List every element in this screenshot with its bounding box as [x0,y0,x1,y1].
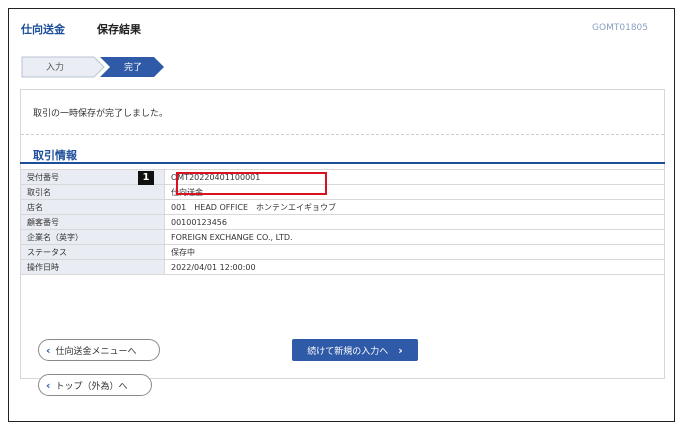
row-key-operation-datetime: 操作日時 [20,259,165,275]
row-value-status: 保存中 [164,244,665,260]
breadcrumb[interactable]: 仕向送金 [21,21,65,37]
top-fx-label: トップ（外為）へ [55,381,128,392]
row-key-customer-number: 顧客番号 [20,214,165,230]
progress-steps: 入力 完了 [20,55,170,79]
row-value-customer-number: 00100123456 [164,214,665,230]
table-row: 顧客番号 00100123456 [20,214,665,230]
continue-new-entry-label: 続けて新規の入力へ [307,346,389,357]
continue-new-entry-button[interactable]: 続けて新規の入力へ › [292,339,418,361]
table-row: 取引名 仕向送金 [20,184,665,200]
transaction-info-table: 受付番号 OMT20220401100001 取引名 仕向送金 店名 001 H… [20,169,665,275]
chevron-left-icon: ‹ [46,378,51,392]
table-row: 操作日時 2022/04/01 12:00:00 [20,259,665,275]
step-input: 入力 [46,63,65,73]
row-value-branch: 001 HEAD OFFICE ホンテンエイギョウブ [164,199,665,215]
chevron-left-icon: ‹ [46,343,51,357]
row-key-branch: 店名 [20,199,165,215]
chevron-right-icon: › [398,343,403,357]
page-title: 保存結果 [97,23,141,36]
top-fx-button[interactable]: ‹ トップ（外為）へ [38,374,152,396]
page-header: 仕向送金 保存結果 GOMT01805 [9,9,674,47]
table-row: ステータス 保存中 [20,244,665,260]
section-underline [20,162,665,164]
row-value-company-name: FOREIGN EXCHANGE CO., LTD. [164,229,665,245]
app-frame: 仕向送金 保存結果 GOMT01805 入力 完了 取引の一時保存が完了しました… [8,8,675,422]
completion-message: 取引の一時保存が完了しました。 [33,109,169,119]
back-to-menu-button[interactable]: ‹ 仕向送金メニューへ [38,339,160,361]
table-row: 受付番号 OMT20220401100001 [20,169,665,185]
divider [21,134,664,135]
row-value-operation-datetime: 2022/04/01 12:00:00 [164,259,665,275]
row-key-company-name: 企業名（英字） [20,229,165,245]
reception-number-highlight [176,172,327,195]
back-to-menu-label: 仕向送金メニューへ [55,346,137,357]
progress-shapes [21,56,164,78]
row-key-transaction-name: 取引名 [20,184,165,200]
row-key-status: ステータス [20,244,165,260]
table-row: 企業名（英字） FOREIGN EXCHANGE CO., LTD. [20,229,665,245]
screen-code: GOMT01805 [592,23,648,33]
callout-number-marker: 1 [138,171,154,185]
table-row: 店名 001 HEAD OFFICE ホンテンエイギョウブ [20,199,665,215]
section-title: 取引情報 [33,149,77,162]
step-complete: 完了 [124,63,143,73]
